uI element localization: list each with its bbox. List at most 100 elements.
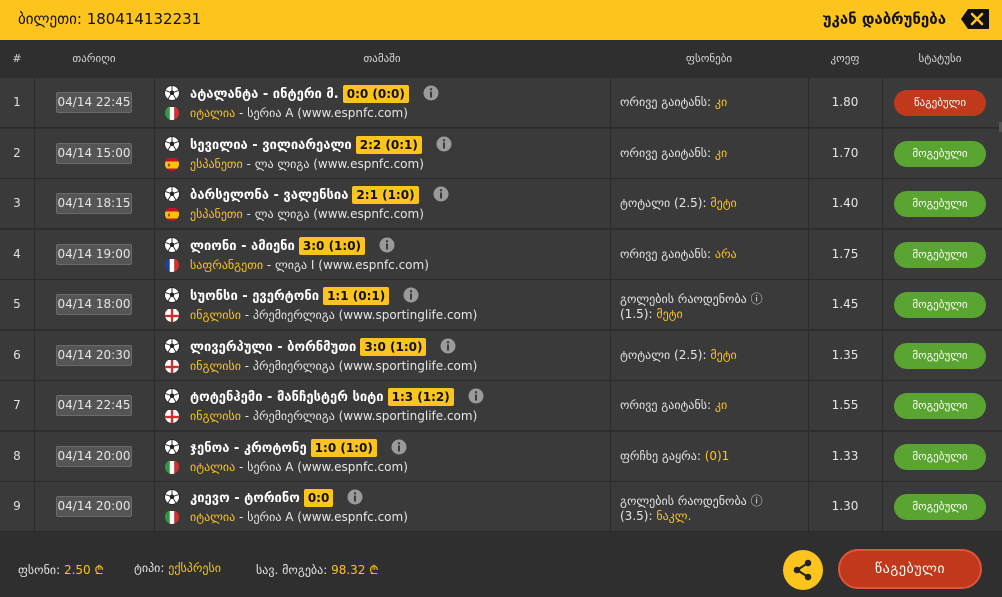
match-score: 1:0 (1:0) (310, 438, 377, 457)
league-name: - ლა ლიგა (www.espnfc.com) (242, 156, 424, 171)
cell-divider (34, 431, 35, 482)
match-date: 04/14 18:00 (56, 294, 132, 315)
cell-divider (610, 280, 611, 330)
type-label: ტიპი: (134, 561, 169, 575)
share-button[interactable] (783, 550, 823, 590)
bet-line: ფრჩხე გაყრა: (0)1 (620, 449, 729, 463)
match-score: 0:0 (303, 489, 334, 507)
league-country: იტალია (190, 106, 236, 120)
soccer-ball-icon (164, 337, 180, 354)
stake-value: 2.50 ₾ (63, 563, 104, 577)
info-icon[interactable] (391, 439, 407, 455)
bet-odd: 1.30 (831, 499, 859, 513)
bet-odd: 1.75 (831, 246, 859, 261)
status-badge[interactable]: მოგებული (894, 140, 986, 167)
col-number: # (12, 52, 22, 65)
cell-divider (882, 280, 883, 330)
league-name: - პრემიერლიგა (www.sportinglife.com) (240, 409, 478, 423)
cell-divider (610, 381, 611, 431)
soccer-ball-icon (164, 388, 180, 404)
match-teams: სუონსი - ევერტონი (190, 289, 320, 304)
row-number: 2 (13, 145, 21, 160)
italy-flag-icon (165, 106, 179, 120)
league-info: საფრანგეთი - ლიგა I (www.espnfc.com) (190, 258, 429, 272)
cell-divider (610, 431, 611, 482)
back-button-label[interactable]: უკან დაბრუნება (823, 10, 946, 28)
bet-market: ტოტალი (2.5): (620, 347, 711, 362)
cell-divider (154, 381, 155, 431)
soccer-ball-icon (164, 236, 180, 253)
col-odd: კოეფ (830, 52, 860, 65)
close-x-icon[interactable] (960, 8, 990, 30)
match-title: ბარსელონა - ვალენსია 2:1 (1:0) (190, 186, 449, 204)
bet-line: ორივე გაიტანს: არა (620, 247, 737, 261)
match-score: 1:3 (1:2) (387, 388, 454, 406)
bet-selection: მეტი (710, 196, 737, 210)
cell-divider (154, 431, 155, 482)
match-title: კიევო - ტორინო 0:0 (190, 489, 363, 507)
cell-divider (610, 330, 611, 381)
cell-divider (882, 431, 883, 482)
cell-divider (34, 330, 35, 381)
league-country: ინგლისი (190, 308, 241, 322)
bet-odd: 1.40 (831, 196, 859, 210)
match-title: ლივერპული - ბორნმუთი 3:0 (1:0) (190, 337, 456, 356)
status-badge[interactable]: მოგებული (894, 494, 986, 520)
bet-selection: ნაკლ. (656, 509, 692, 523)
status-badge[interactable]: მოგებული (894, 241, 986, 268)
cell-divider (610, 128, 611, 179)
status-badge[interactable]: მოგებული (894, 191, 986, 217)
match-date: 04/14 22:45 (56, 395, 132, 416)
cell-divider (154, 229, 155, 280)
row-number: 9 (13, 499, 21, 513)
status-badge[interactable]: მოგებული (894, 342, 986, 369)
bet-odd: 1.70 (831, 145, 859, 160)
table-row: 2 04/14 15:00 სევილია - ვილიარეალი 2:2 (0:1… (0, 128, 1002, 179)
league-info: იტალია - სერია A (www.espnfc.com) (190, 460, 408, 474)
col-bet: ფსონები (685, 52, 733, 65)
match-score: 3:0 (1:0) (298, 236, 366, 255)
match-date: 04/14 15:00 (56, 142, 132, 164)
row-number: 5 (13, 297, 21, 311)
ticket-id-label: ბილეთი: 180414132231 (18, 10, 202, 28)
league-country: ესპანეთი (190, 207, 243, 221)
league-name: - პრემიერლიგა (www.sportinglife.com) (240, 308, 478, 322)
match-score: 1:1 (0:1) (323, 287, 390, 305)
soccer-ball-icon (164, 438, 180, 455)
league-name: - სერია A (www.espnfc.com) (235, 106, 408, 120)
league-country: ესპანეთი (190, 156, 243, 171)
england-flag-icon (165, 409, 179, 423)
bet-line-2: (3.5): ნაკლ. (620, 509, 691, 523)
bet-odd: 1.35 (831, 347, 859, 362)
status-badge[interactable]: წაგებული (894, 90, 986, 116)
cell-divider (882, 229, 883, 280)
info-icon[interactable] (423, 85, 439, 101)
bet-selection: მეტი (710, 347, 737, 362)
match-teams: ჯენოა - კროტონე (190, 440, 307, 456)
info-icon[interactable] (436, 136, 452, 152)
table-row: 5 04/14 18:00 სუონსი - ევერტონი 1:1 (0:1) ინ… (0, 280, 1002, 330)
cell-divider (882, 78, 883, 128)
info-icon[interactable] (433, 186, 449, 202)
match-title: სუონსი - ევერტონი 1:1 (0:1) (190, 287, 419, 305)
bet-market: გოლების რაოდენობა ⓘ (620, 292, 763, 306)
status-badge[interactable]: მოგებული (894, 393, 986, 419)
info-icon[interactable] (403, 287, 419, 303)
spain-flag-icon (165, 157, 179, 171)
row-number: 3 (13, 196, 21, 210)
match-title: ლიონი - ამიენი 3:0 (1:0) (190, 236, 395, 255)
info-icon[interactable] (468, 388, 484, 404)
status-badge[interactable]: მოგებული (894, 443, 986, 470)
status-badge[interactable]: მოგებული (894, 292, 986, 318)
soccer-ball-icon (164, 186, 180, 202)
match-title: ატალანტა - ინტერი მ. 0:0 (0:0) (190, 85, 439, 103)
bet-market: ორივე გაიტანს: (620, 398, 715, 412)
info-icon[interactable] (347, 489, 363, 505)
spain-flag-icon (165, 207, 179, 221)
stake-info: ფსონი: 2.50 ₾ (18, 561, 104, 578)
info-icon[interactable] (440, 338, 456, 354)
cell-divider (882, 179, 883, 229)
info-icon[interactable] (379, 237, 395, 253)
match-teams: ლიონი - ამიენი (190, 238, 295, 254)
league-name: - ლიგა I (www.espnfc.com) (263, 257, 429, 272)
